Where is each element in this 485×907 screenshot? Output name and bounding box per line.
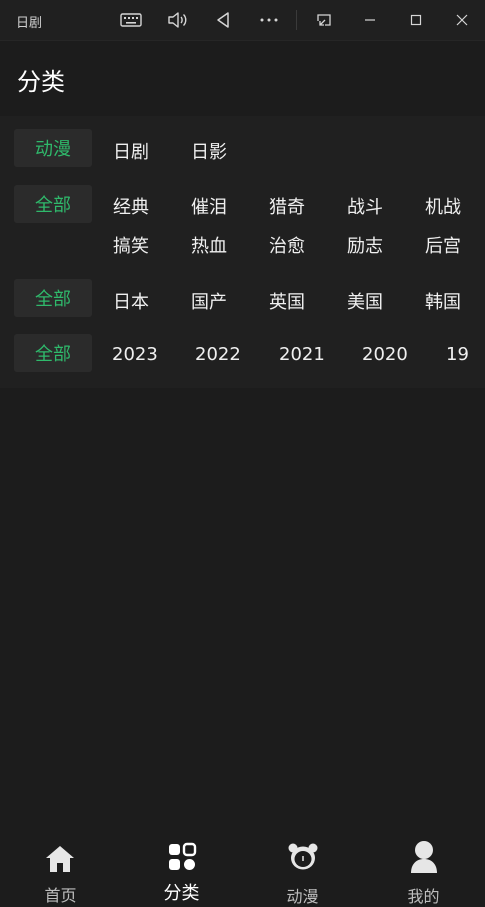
home-icon	[43, 842, 77, 876]
nav-item-anime[interactable]: 动漫	[242, 830, 363, 906]
filter-option-genre[interactable]: 后宫	[425, 232, 461, 258]
filter-chip-year-selected[interactable]: 全部	[14, 334, 92, 372]
filter-option-region[interactable]: 日本	[113, 288, 149, 314]
nav-item-category[interactable]: 分类	[121, 830, 242, 904]
close-icon[interactable]	[448, 6, 476, 34]
nav-item-mine[interactable]: 我的	[363, 830, 484, 906]
window-title: 日剧	[16, 16, 43, 31]
maximize-icon[interactable]	[402, 6, 430, 34]
filter-option-year[interactable]: 2020	[362, 344, 408, 365]
filter-option-year[interactable]: 2023	[112, 344, 158, 365]
filter-chip-type-selected[interactable]: 动漫	[14, 129, 92, 167]
filter-option-genre[interactable]: 热血	[191, 232, 227, 258]
filter-option-genre[interactable]: 励志	[347, 232, 383, 258]
filter-option-region[interactable]: 美国	[347, 288, 383, 314]
filter-option-genre[interactable]: 机战	[425, 193, 461, 219]
filter-option-year[interactable]: 2022	[195, 344, 241, 365]
filter-option-region[interactable]: 英国	[269, 288, 305, 314]
more-icon[interactable]	[255, 6, 283, 34]
filter-option-region[interactable]: 国产	[191, 288, 227, 314]
bottom-navigation: 首页 分类 动漫 我的	[0, 830, 485, 906]
back-triangle-icon[interactable]	[209, 6, 237, 34]
filter-option-type[interactable]: 日影	[191, 138, 227, 164]
filter-option-genre[interactable]: 猎奇	[269, 193, 305, 219]
filter-option-genre[interactable]: 治愈	[269, 232, 305, 258]
nav-label-home: 首页	[44, 886, 77, 905]
user-icon	[407, 840, 441, 874]
nav-item-home[interactable]: 首页	[0, 830, 121, 905]
pip-icon[interactable]	[310, 6, 338, 34]
filter-chip-region-selected[interactable]: 全部	[14, 279, 92, 317]
category-grid-icon	[165, 840, 199, 874]
bear-icon	[286, 840, 320, 874]
minimize-icon[interactable]	[356, 6, 384, 34]
filter-option-year[interactable]: 2021	[279, 344, 325, 365]
titlebar-separator	[296, 10, 297, 30]
filter-option-genre[interactable]: 战斗	[347, 193, 383, 219]
filter-option-year[interactable]: 19	[446, 344, 469, 365]
page-title: 分类	[17, 68, 65, 96]
nav-label-anime: 动漫	[286, 887, 319, 906]
nav-label-mine: 我的	[407, 887, 440, 906]
filter-chip-genre-selected[interactable]: 全部	[14, 185, 92, 223]
filter-option-genre[interactable]: 搞笑	[113, 232, 149, 258]
filter-panel: 动漫 日剧 日影 全部 经典 催泪 猎奇 战斗 机战 搞笑 热血 治愈 励志 后…	[0, 116, 485, 388]
filter-option-genre[interactable]: 经典	[113, 193, 149, 219]
speaker-icon[interactable]	[163, 6, 191, 34]
nav-label-category: 分类	[163, 883, 200, 904]
keyboard-icon[interactable]	[117, 6, 145, 34]
filter-option-type[interactable]: 日剧	[113, 138, 149, 164]
window-titlebar: 日剧	[0, 0, 485, 41]
filter-option-genre[interactable]: 催泪	[191, 193, 227, 219]
filter-option-region[interactable]: 韩国	[425, 288, 461, 314]
